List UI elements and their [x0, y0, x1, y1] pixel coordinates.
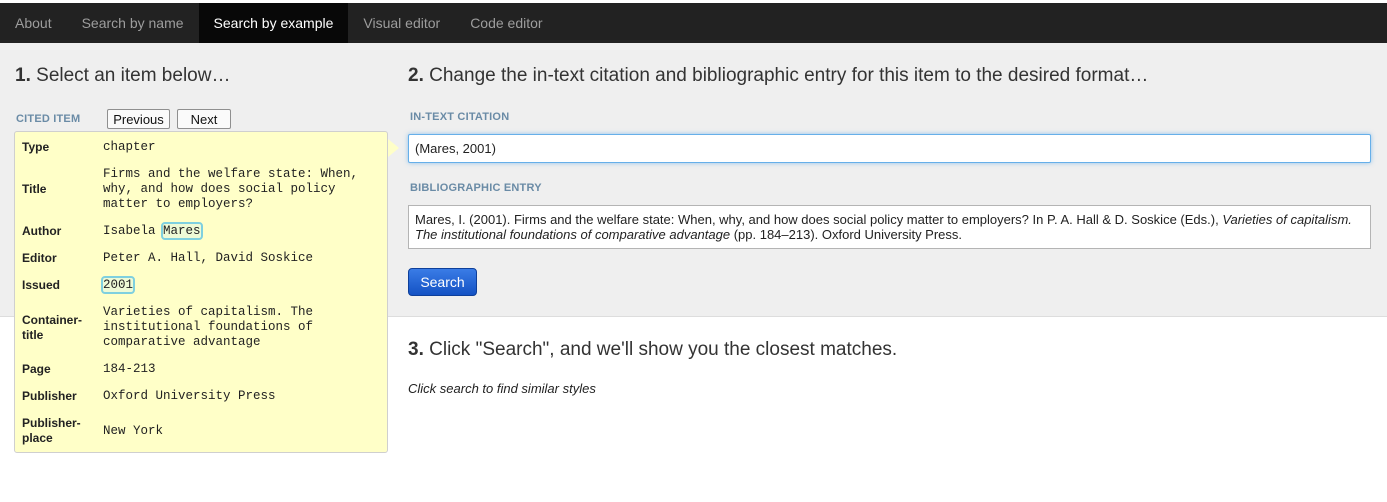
- tab-about[interactable]: About: [0, 3, 67, 43]
- tab-search-by-example[interactable]: Search by example: [198, 3, 349, 43]
- tab-code-editor[interactable]: Code editor: [455, 3, 557, 43]
- previous-button[interactable]: Previous: [107, 109, 170, 129]
- field-value: Isabela Mares: [103, 222, 383, 240]
- step-3-heading: 3. Click "Search", and we'll show you th…: [408, 339, 897, 361]
- author-given-name: Isabela: [103, 224, 164, 238]
- field-value: Peter A. Hall, David Soskice: [103, 251, 314, 265]
- field-value: 2001: [100, 276, 383, 294]
- step-1-number: 1.: [15, 65, 31, 86]
- top-navbar: About Search by name Search by example V…: [0, 3, 1387, 43]
- results-hint: Click search to find similar styles: [408, 381, 596, 396]
- tab-search-by-name[interactable]: Search by name: [67, 3, 199, 43]
- step-2-text: Change the in-text citation and bibliogr…: [429, 65, 1149, 86]
- field-value: Firms and the welfare state: When, why, …: [103, 167, 359, 211]
- in-text-citation-label: IN-TEXT CITATION: [410, 111, 510, 123]
- in-text-citation-input[interactable]: (Mares, 2001): [408, 134, 1371, 163]
- field-value: chapter: [103, 140, 156, 154]
- step-1-heading: 1. Select an item below…: [15, 65, 230, 87]
- cited-item-label: CITED ITEM: [16, 113, 81, 125]
- bib-text-part2: (pp. 184–213). Oxford University Press.: [730, 227, 963, 242]
- field-label: Title: [22, 182, 47, 196]
- field-label: Editor: [22, 251, 57, 265]
- field-label: Container-title: [22, 313, 82, 342]
- issued-highlight: 2001: [100, 276, 136, 294]
- field-label: Author: [22, 224, 62, 238]
- step-3-number: 3.: [408, 339, 424, 360]
- bibliographic-entry-label: BIBLIOGRAPHIC ENTRY: [410, 182, 542, 194]
- field-value: Oxford University Press: [103, 389, 276, 403]
- next-button[interactable]: Next: [177, 109, 231, 129]
- field-label: Issued: [22, 278, 61, 292]
- bibliographic-entry-editor[interactable]: Mares, I. (2001). Firms and the welfare …: [408, 205, 1371, 249]
- step-1-text: Select an item below…: [36, 65, 231, 86]
- step-2-number: 2.: [408, 65, 424, 86]
- field-value: Varieties of capitalism. The institution…: [103, 305, 314, 349]
- author-family-highlight: Mares: [161, 222, 203, 240]
- field-value: 184-213: [103, 362, 156, 376]
- cited-item-panel: Type chapter Title Firms and the welfare…: [14, 131, 388, 453]
- field-label: Page: [22, 362, 51, 376]
- tab-visual-editor[interactable]: Visual editor: [348, 3, 455, 43]
- field-label: Type: [22, 140, 50, 154]
- step-2-heading: 2. Change the in-text citation and bibli…: [408, 65, 1148, 87]
- step-3-text: Click "Search", and we'll show you the c…: [429, 339, 898, 360]
- field-value: New York: [103, 424, 164, 438]
- search-button[interactable]: Search: [408, 268, 477, 296]
- bib-text-part1: Mares, I. (2001). Firms and the welfare …: [415, 212, 1223, 227]
- panel-pointer-arrow: [388, 139, 399, 157]
- field-label: Publisher: [22, 389, 77, 403]
- field-label: Publisher-place: [22, 416, 81, 445]
